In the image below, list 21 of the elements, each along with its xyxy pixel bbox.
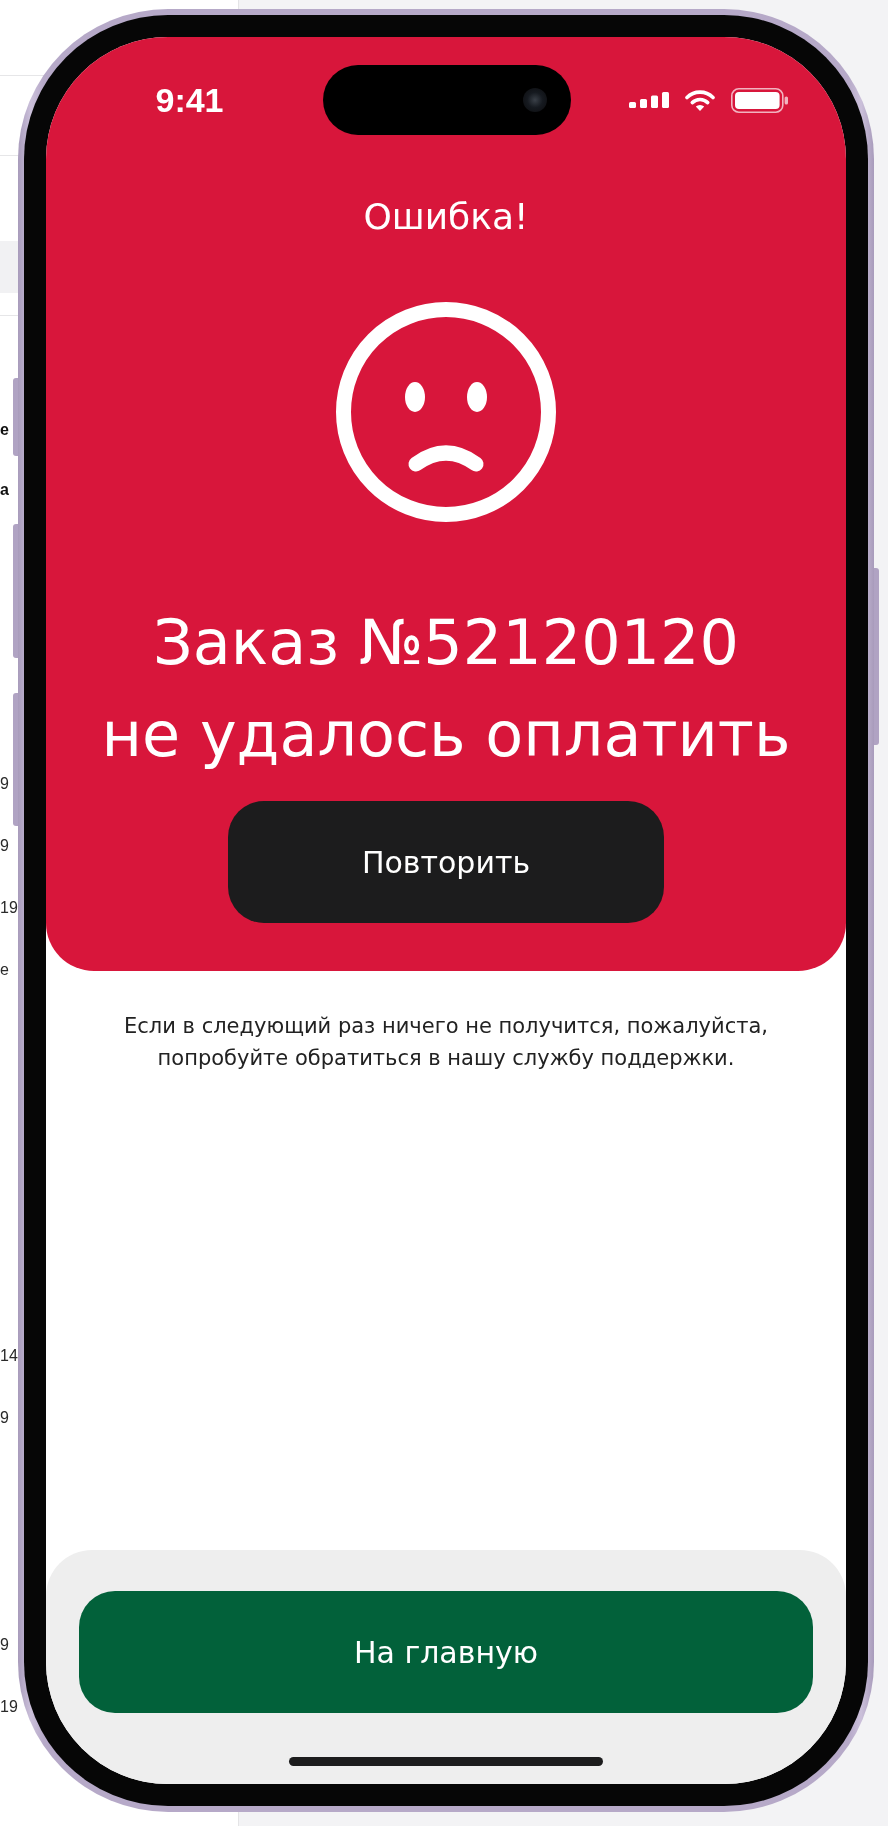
background-text: 19 xyxy=(0,1697,18,1717)
background-text: е xyxy=(0,420,9,440)
retry-button[interactable]: Повторить xyxy=(228,801,664,923)
help-text: Если в следующий раз ничего не получится, пожалуйста, попробуйте обратиться в нашу службу поддержки. xyxy=(123,1013,769,1072)
camera-lens-icon xyxy=(523,88,547,112)
background-text: 14 xyxy=(0,1346,18,1366)
home-button[interactable]: На главную xyxy=(79,1591,813,1713)
sad-face-icon xyxy=(336,302,556,522)
background-text: 9 xyxy=(0,774,9,794)
background-text: 19 xyxy=(0,898,18,918)
battery-icon xyxy=(731,87,788,113)
background-text: 9 xyxy=(0,1408,9,1428)
background-text: 9 xyxy=(0,1635,9,1655)
error-message: Заказ №52120120 не удалось оплатить xyxy=(101,605,791,773)
background-text: 9 xyxy=(0,836,9,856)
background-text: а xyxy=(0,480,9,500)
status-time: 9:41 xyxy=(155,80,224,120)
signal-icon xyxy=(629,92,669,108)
error-heading: Ошибка! xyxy=(363,195,529,239)
wifi-icon xyxy=(685,89,715,111)
background-text: е xyxy=(0,960,9,980)
